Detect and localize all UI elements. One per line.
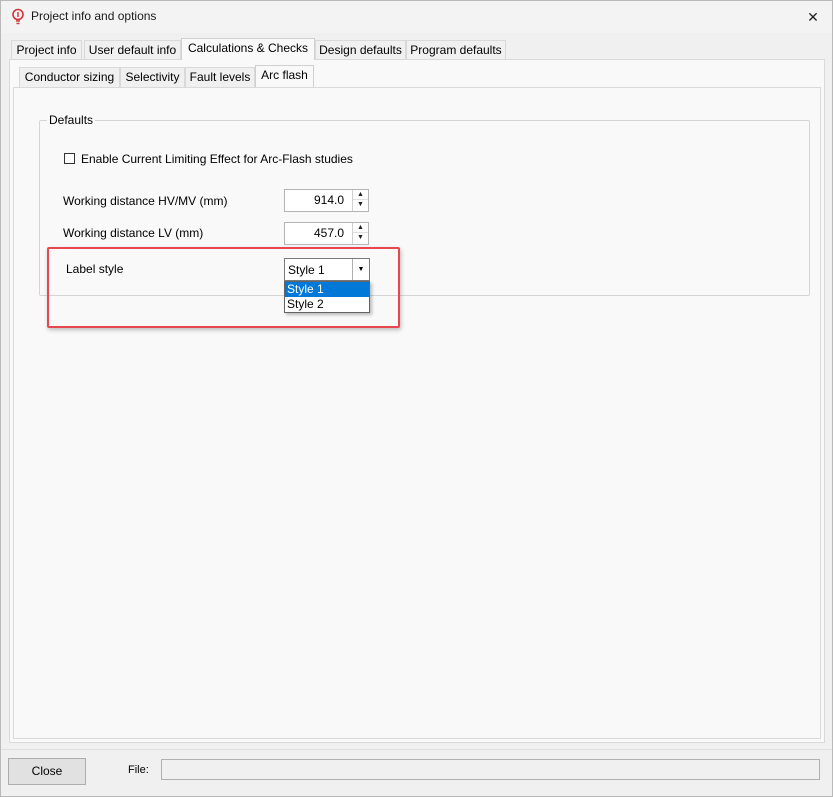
defaults-group-title: Defaults — [47, 113, 96, 127]
working-distance-hv-mv-value: 914.0 — [313, 193, 344, 207]
close-window-button[interactable]: ✕ — [799, 5, 827, 29]
tab-fault-levels[interactable]: Fault levels — [185, 67, 255, 87]
enable-current-limiting-checkbox[interactable] — [64, 153, 75, 164]
working-distance-lv-value: 457.0 — [313, 226, 344, 240]
file-path-field — [161, 759, 820, 780]
footer-divider — [1, 749, 832, 750]
tab-calculations-checks[interactable]: Calculations & Checks — [181, 38, 315, 60]
tab-user-default-info[interactable]: User default info — [84, 40, 181, 60]
project-options-dialog: Project info and options ✕ Project info … — [0, 0, 833, 797]
tab-project-info[interactable]: Project info — [11, 40, 82, 60]
title-bar: Project info and options ✕ — [1, 1, 832, 33]
dropdown-option-style-2[interactable]: Style 2 — [285, 297, 369, 312]
tab-design-defaults[interactable]: Design defaults — [315, 40, 406, 60]
enable-current-limiting-label: Enable Current Limiting Effect for Arc-F… — [81, 152, 353, 166]
close-button[interactable]: Close — [8, 758, 86, 785]
tab-conductor-sizing[interactable]: Conductor sizing — [19, 67, 120, 87]
working-distance-lv-label: Working distance LV (mm) — [63, 226, 204, 240]
spin-buttons: ▲ ▼ — [352, 223, 368, 244]
spin-down-icon[interactable]: ▼ — [353, 200, 368, 210]
tab-arc-flash[interactable]: Arc flash — [255, 65, 314, 87]
working-distance-hv-mv-label: Working distance HV/MV (mm) — [63, 194, 228, 208]
window-title: Project info and options — [31, 9, 157, 23]
tab-selectivity[interactable]: Selectivity — [120, 67, 185, 87]
label-style-dropdown-list: Style 1 Style 2 — [284, 281, 370, 313]
spin-up-icon[interactable]: ▲ — [353, 190, 368, 200]
working-distance-hv-mv-spinbox[interactable]: 914.0 ▲ ▼ — [284, 189, 369, 212]
lightbulb-icon — [12, 8, 24, 25]
spin-up-icon[interactable]: ▲ — [353, 223, 368, 233]
dropdown-option-style-1[interactable]: Style 1 — [285, 282, 369, 297]
tab-program-defaults[interactable]: Program defaults — [406, 40, 506, 60]
file-label: File: — [128, 764, 149, 776]
spin-down-icon[interactable]: ▼ — [353, 233, 368, 243]
spin-buttons: ▲ ▼ — [352, 190, 368, 211]
working-distance-lv-spinbox[interactable]: 457.0 ▲ ▼ — [284, 222, 369, 245]
